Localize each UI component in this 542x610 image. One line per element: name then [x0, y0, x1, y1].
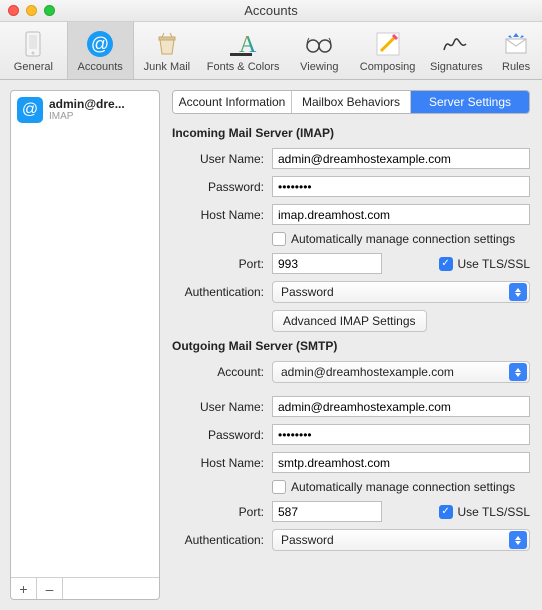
svg-text:@: @ — [91, 34, 109, 54]
rules-icon — [501, 29, 531, 59]
select-value: Password — [281, 533, 334, 547]
incoming-use-tls-checkbox[interactable]: Use TLS/SSL — [439, 257, 530, 271]
toolbar-item-rules[interactable]: Rules — [490, 22, 542, 79]
outgoing-authentication-select[interactable]: Password — [272, 529, 530, 551]
window-title: Accounts — [0, 3, 542, 18]
remove-account-button[interactable]: – — [37, 578, 63, 599]
toolbar-item-junk-mail[interactable]: Junk Mail — [134, 22, 201, 79]
label-authentication: Authentication: — [172, 285, 272, 299]
label-user-name: User Name: — [172, 400, 272, 414]
outgoing-account-select[interactable]: admin@dreamhostexample.com — [272, 361, 530, 383]
label-user-name: User Name: — [172, 152, 272, 166]
toolbar-item-general[interactable]: General — [0, 22, 67, 79]
outgoing-auto-manage-checkbox[interactable]: Automatically manage connection settings — [272, 480, 515, 494]
advanced-imap-settings-button[interactable]: Advanced IMAP Settings — [272, 310, 427, 332]
label-account: Account: — [172, 365, 272, 379]
toolbar-label: Composing — [360, 61, 416, 73]
account-email: admin@dre... — [49, 97, 125, 111]
checkbox-icon — [272, 232, 286, 246]
outgoing-port-field[interactable] — [272, 501, 382, 522]
toolbar-label: Viewing — [300, 61, 338, 73]
checkbox-label: Automatically manage connection settings — [291, 232, 515, 246]
general-icon — [18, 29, 48, 59]
accounts-sidebar: @ admin@dre... IMAP + – — [10, 90, 160, 600]
label-authentication: Authentication: — [172, 533, 272, 547]
select-value: Password — [281, 285, 334, 299]
tab-server-settings[interactable]: Server Settings — [411, 91, 529, 113]
outgoing-user-name-field[interactable] — [272, 396, 530, 417]
outgoing-header: Outgoing Mail Server (SMTP) — [172, 339, 530, 353]
content-pane: Account Information Mailbox Behaviors Se… — [160, 80, 542, 610]
checkbox-icon — [439, 505, 453, 519]
toolbar-item-composing[interactable]: Composing — [353, 22, 423, 79]
tab-account-information[interactable]: Account Information — [173, 91, 292, 113]
chevron-updown-icon — [509, 531, 527, 549]
accounts-list[interactable]: @ admin@dre... IMAP — [11, 91, 159, 577]
checkbox-icon — [272, 480, 286, 494]
sidebar-footer: + – — [11, 577, 159, 599]
preferences-toolbar: General @ Accounts Junk Mail A Fonts & C… — [0, 22, 542, 80]
toolbar-label: Junk Mail — [144, 61, 190, 73]
label-port: Port: — [172, 505, 272, 519]
checkbox-label: Use TLS/SSL — [458, 505, 530, 519]
outgoing-password-field[interactable] — [272, 424, 530, 445]
incoming-password-field[interactable] — [272, 176, 530, 197]
checkbox-label: Use TLS/SSL — [458, 257, 530, 271]
label-port: Port: — [172, 257, 272, 271]
glasses-icon — [304, 29, 334, 59]
checkbox-icon — [439, 257, 453, 271]
add-account-button[interactable]: + — [11, 578, 37, 599]
outgoing-host-name-field[interactable] — [272, 452, 530, 473]
label-host-name: Host Name: — [172, 208, 272, 222]
toolbar-item-fonts-colors[interactable]: A Fonts & Colors — [200, 22, 286, 79]
account-type: IMAP — [49, 111, 125, 122]
trash-icon — [152, 29, 182, 59]
fonts-colors-icon: A — [228, 29, 258, 59]
account-row[interactable]: @ admin@dre... IMAP — [11, 91, 159, 129]
toolbar-label: General — [14, 61, 53, 73]
toolbar-item-signatures[interactable]: Signatures — [422, 22, 490, 79]
incoming-user-name-field[interactable] — [272, 148, 530, 169]
label-host-name: Host Name: — [172, 456, 272, 470]
toolbar-label: Fonts & Colors — [207, 61, 280, 73]
toolbar-item-accounts[interactable]: @ Accounts — [67, 22, 134, 79]
label-password: Password: — [172, 180, 272, 194]
incoming-port-field[interactable] — [272, 253, 382, 274]
label-password: Password: — [172, 428, 272, 442]
toolbar-label: Accounts — [78, 61, 123, 73]
checkbox-label: Automatically manage connection settings — [291, 480, 515, 494]
detail-tabs: Account Information Mailbox Behaviors Se… — [172, 90, 530, 114]
chevron-updown-icon — [509, 283, 527, 301]
toolbar-label: Rules — [502, 61, 530, 73]
at-icon: @ — [17, 97, 43, 123]
incoming-header: Incoming Mail Server (IMAP) — [172, 126, 530, 140]
outgoing-use-tls-checkbox[interactable]: Use TLS/SSL — [439, 505, 530, 519]
compose-icon — [373, 29, 403, 59]
select-value: admin@dreamhostexample.com — [281, 365, 454, 379]
toolbar-label: Signatures — [430, 61, 483, 73]
incoming-host-name-field[interactable] — [272, 204, 530, 225]
incoming-auto-manage-checkbox[interactable]: Automatically manage connection settings — [272, 232, 515, 246]
toolbar-item-viewing[interactable]: Viewing — [286, 22, 353, 79]
at-icon: @ — [85, 29, 115, 59]
titlebar: Accounts — [0, 0, 542, 22]
signature-icon — [441, 29, 471, 59]
tab-mailbox-behaviors[interactable]: Mailbox Behaviors — [292, 91, 411, 113]
incoming-authentication-select[interactable]: Password — [272, 281, 530, 303]
chevron-updown-icon — [509, 363, 527, 381]
